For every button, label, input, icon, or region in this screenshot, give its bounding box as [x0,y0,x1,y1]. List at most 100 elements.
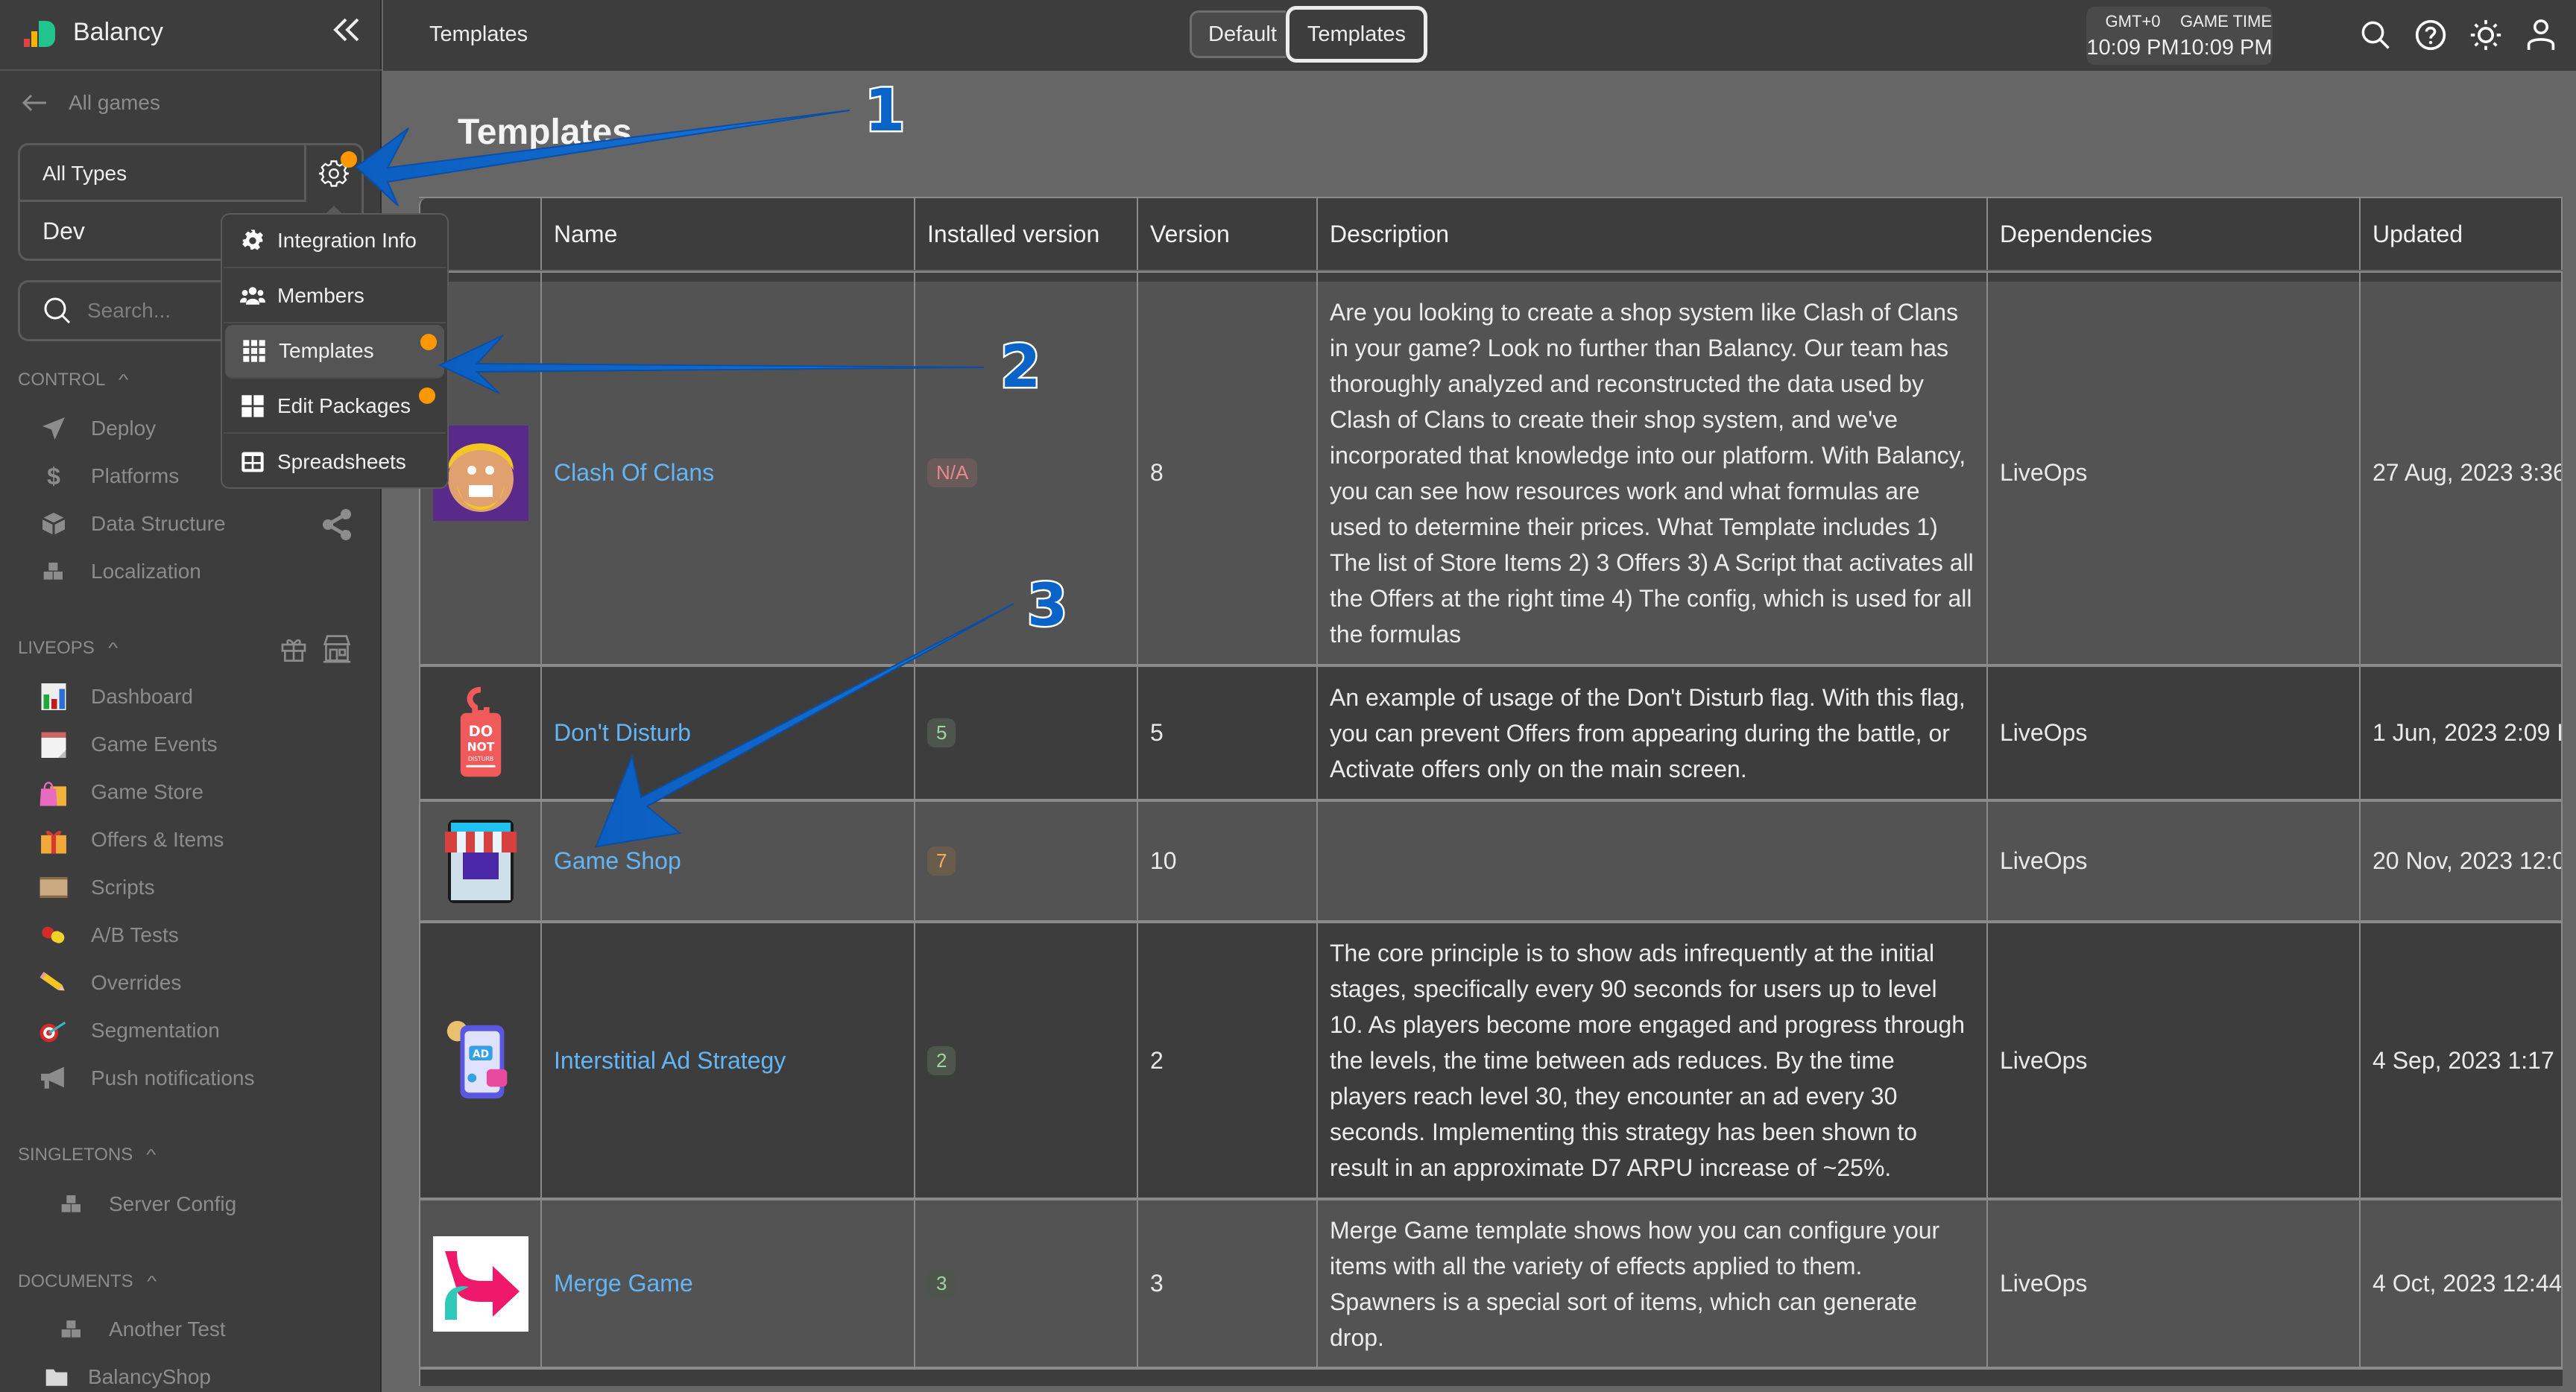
sidebar-item-overrides[interactable]: Overrides [39,967,181,999]
sidebar-item-segmentation[interactable]: Segmentation [39,1014,220,1047]
sidebar-item-push-notifications[interactable]: Push notifications [39,1062,254,1095]
sidebar: Balancy All games All Types Dev CONTROL … [0,0,382,1392]
menu-label: Edit Packages [277,394,411,417]
balancy-logo-icon [24,21,55,48]
dollar-icon: $ [47,462,60,490]
sidebar-item-scripts[interactable]: Scripts [39,871,155,904]
dependencies-cell: LiveOps [1988,923,2361,1200]
svg-text:DO: DO [468,722,493,739]
svg-text:AD: AD [472,1048,488,1060]
table-icon [240,449,265,475]
packages-icon [240,393,265,419]
updated-cell: 4 Sep, 2023 1:17 [2361,923,2563,1200]
all-games-label: All games [69,91,160,114]
section-singletons[interactable]: SINGLETONS ^ [18,1145,157,1165]
column-header-installed-version[interactable]: Installed version [915,198,1138,270]
collapse-sidebar-button[interactable] [331,16,364,51]
column-header-description[interactable]: Description [1318,198,1988,270]
template-name-link[interactable]: Don't Disturb [554,719,691,747]
brand-header: Balancy [0,0,382,71]
megaphone-icon [39,1063,69,1093]
section-title: CONTROL [18,370,106,390]
nav-label: Offers & Items [91,828,224,851]
sidebar-item-platforms[interactable]: $ Platforms [39,460,179,493]
cube-icon [39,509,69,539]
column-header-name[interactable]: Name [542,198,915,270]
type-select[interactable]: All Types [20,145,306,202]
column-header-dependencies[interactable]: Dependencies [1988,198,2361,270]
section-title: SINGLETONS [18,1145,133,1165]
topbar: Templates Default Templates GMT+0 10:09 … [383,0,2576,71]
all-games-link[interactable]: All games [21,91,160,115]
store-outline-icon[interactable] [321,633,353,663]
sidebar-item-offers-items[interactable]: Offers & Items [39,823,224,856]
menu-item-members[interactable]: Members [224,270,446,323]
name-cell: Interstitial Ad Strategy [542,923,915,1200]
installed-version-cell: 2 [915,923,1138,1200]
chevron-up-icon: ^ [146,1146,157,1163]
menu-item-integration-info[interactable]: Integration Info [224,215,446,268]
version-cell: 3 [1138,1200,1318,1370]
nav-label: Overrides [91,971,182,994]
menu-pointer [326,206,341,213]
section-liveops[interactable]: LIVEOPS ^ [18,638,118,659]
sidebar-item-game-store[interactable]: Game Store [39,776,203,809]
table-row[interactable]: Clash Of Clans N/A 8 Are you looking to cre… [419,282,2563,667]
folder-icon [42,1362,72,1392]
menu-label: Spreadsheets [277,450,406,473]
segment-templates[interactable]: Templates [1285,6,1428,63]
gmt-label: GMT+0 [2105,11,2161,31]
version-cell: 10 [1138,802,1318,923]
sidebar-item-another-test[interactable]: Another Test [57,1313,226,1346]
sidebar-item-dashboard[interactable]: Dashboard [39,680,193,713]
menu-item-spreadsheets[interactable]: Spreadsheets [224,435,446,489]
topbar-actions [2357,16,2560,54]
sidebar-item-deploy[interactable]: Deploy [39,412,156,445]
thumbnail-cell: AD [419,923,542,1200]
topbar-title: Templates [429,22,528,46]
menu-item-edit-packages[interactable]: Edit Packages [224,380,446,434]
description-cell: Merge Game template shows how you can co… [1318,1200,1988,1370]
template-name-link[interactable]: Clash Of Clans [554,459,714,487]
sidebar-item-localization[interactable]: Localization [39,555,201,588]
sidebar-search-input[interactable] [87,299,236,323]
nav-label: Scripts [91,876,155,899]
template-name-link[interactable]: Merge Game [554,1270,693,1297]
cubes-icon [57,1189,86,1219]
sidebar-item-ab-tests[interactable]: A/B Tests [39,919,179,952]
filter-cell [542,271,915,282]
table-row[interactable]: DO NOT DISTURB Don't Disturb 5 5 An example of… [419,667,2563,802]
section-documents[interactable]: DOCUMENTS ^ [18,1271,157,1292]
help-icon[interactable] [2412,16,2449,54]
share-icon[interactable] [319,507,355,542]
updated-cell: 20 Nov, 2023 12:0 [2361,802,2563,923]
search-icon[interactable] [2357,16,2394,54]
sidebar-item-balancyshop[interactable]: BalancyShop [42,1361,211,1392]
template-name-link[interactable]: Interstitial Ad Strategy [554,1047,786,1075]
table-row[interactable]: Game Shop 7 10 LiveOps 20 Nov, 2023 12:0 [419,802,2563,923]
table-row[interactable]: Merge Game 3 3 Merge Game template shows ho… [419,1200,2563,1370]
chevron-up-icon: ^ [146,1273,157,1290]
menu-item-templates[interactable]: Templates [225,325,444,379]
app-root: Balancy All games All Types Dev CONTROL … [0,0,2576,1392]
sidebar-search[interactable] [18,280,242,341]
table-row[interactable]: AD Interstitial Ad Strategy 2 2 The core pri… [419,923,2563,1200]
nav-label: Dashboard [91,685,193,708]
nav-label: Segmentation [91,1019,220,1042]
settings-button[interactable] [306,145,362,202]
game-shop-thumbnail [433,814,528,909]
segment-default[interactable]: Default [1190,10,1286,58]
menu-label: Members [277,284,364,307]
sidebar-item-server-config[interactable]: Server Config [57,1188,236,1221]
column-header-updated[interactable]: Updated [2361,198,2563,270]
menu-label: Integration Info [277,229,417,252]
gift-outline-icon[interactable] [279,633,309,663]
section-control[interactable]: CONTROL ^ [18,370,129,390]
sidebar-item-game-events[interactable]: Game Events [39,728,218,761]
sidebar-item-data-structure[interactable]: Data Structure [39,507,226,540]
theme-sun-icon[interactable] [2467,16,2504,54]
paper-plane-icon [39,414,69,443]
column-header-version[interactable]: Version [1138,198,1318,270]
user-icon[interactable] [2522,16,2560,54]
template-name-link[interactable]: Game Shop [554,847,681,875]
